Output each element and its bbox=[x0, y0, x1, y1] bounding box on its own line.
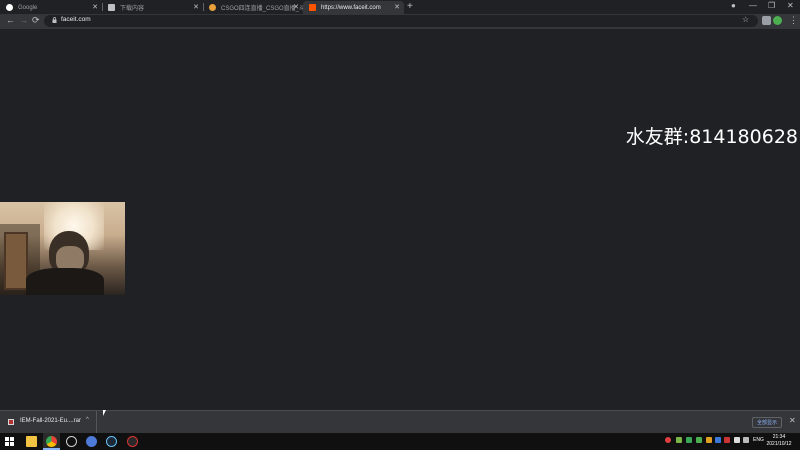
tab-title: Google bbox=[18, 4, 38, 11]
chevron-up-icon[interactable]: ^ bbox=[86, 417, 89, 423]
mouse-cursor-icon bbox=[103, 410, 106, 416]
tray-app-icon[interactable] bbox=[696, 437, 702, 443]
tab-strip: Google ✕ 下载内容 ✕ CSGO四连直播_CSGO直播_斗鱼 ✕ htt… bbox=[0, 0, 800, 14]
tab-faceit[interactable]: https://www.faceit.com ✕ bbox=[303, 1, 404, 14]
close-tab-icon[interactable]: ✕ bbox=[193, 3, 199, 11]
browser-toolbar: ← → ⟳ faceit.com ☆ ⋮ bbox=[0, 14, 800, 29]
forward-button[interactable]: → bbox=[19, 15, 28, 25]
tab-douyu[interactable]: CSGO四连直播_CSGO直播_斗鱼 ✕ bbox=[203, 1, 303, 14]
rar-file-icon bbox=[8, 419, 14, 425]
steam-icon[interactable] bbox=[106, 436, 117, 447]
windows-taskbar: ENG 21:34 2021/10/12 bbox=[0, 433, 800, 450]
back-button[interactable]: ← bbox=[6, 15, 15, 25]
address-bar[interactable]: faceit.com ☆ bbox=[44, 15, 758, 27]
page-content: 水友群:814180628 bbox=[0, 29, 800, 410]
network-icon[interactable] bbox=[743, 437, 749, 443]
tab-title: 下载内容 bbox=[120, 6, 145, 12]
app-globe-icon[interactable] bbox=[86, 436, 97, 447]
tab-title: https://www.faceit.com bbox=[321, 4, 381, 11]
tab-google[interactable]: Google ✕ bbox=[0, 1, 102, 14]
bookmark-star-icon[interactable]: ☆ bbox=[742, 15, 749, 24]
url-text: faceit.com bbox=[61, 16, 91, 23]
restore-button[interactable]: ❐ bbox=[768, 1, 775, 10]
webcam-overlay bbox=[0, 202, 125, 295]
close-window-button[interactable]: ✕ bbox=[787, 1, 794, 10]
lock-icon bbox=[52, 17, 57, 23]
download-file-name: IEM-Fall-2021-Eu....rar bbox=[20, 418, 82, 424]
tray-app-icon[interactable] bbox=[676, 437, 682, 443]
clock-app-icon[interactable] bbox=[66, 436, 77, 447]
system-clock[interactable]: 21:34 2021/10/12 bbox=[765, 434, 793, 448]
close-tab-icon[interactable]: ✕ bbox=[293, 3, 299, 11]
obs-icon[interactable] bbox=[127, 436, 138, 447]
downloads-bar: IEM-Fall-2021-Eu....rar ^ 全部显示 ✕ bbox=[0, 410, 800, 433]
clock-date: 2021/10/12 bbox=[766, 441, 792, 447]
download-item[interactable]: IEM-Fall-2021-Eu....rar ^ bbox=[0, 411, 97, 433]
tray-app-icon[interactable] bbox=[686, 437, 692, 443]
tray-app-icon[interactable] bbox=[665, 437, 671, 443]
download-icon bbox=[108, 4, 115, 11]
close-tab-icon[interactable]: ✕ bbox=[92, 3, 98, 11]
group-number-overlay: 水友群:814180628 bbox=[625, 126, 798, 148]
profile-avatar-icon[interactable] bbox=[773, 16, 782, 25]
new-tab-button[interactable]: + bbox=[407, 1, 413, 12]
minimize-button[interactable]: — bbox=[749, 1, 757, 10]
tray-app-icon[interactable] bbox=[706, 437, 712, 443]
tray-app-icon[interactable] bbox=[715, 437, 721, 443]
input-language-indicator[interactable]: ENG bbox=[753, 437, 764, 443]
tab-title: CSGO四连直播_CSGO直播_斗鱼 bbox=[221, 6, 303, 12]
chrome-icon[interactable] bbox=[46, 436, 57, 447]
windows-start-icon[interactable] bbox=[5, 437, 14, 446]
google-favicon-icon bbox=[6, 4, 13, 11]
close-downloads-bar-button[interactable]: ✕ bbox=[789, 416, 796, 425]
profile-icon[interactable]: ● bbox=[731, 1, 736, 10]
tab-downloads[interactable]: 下载内容 ✕ bbox=[102, 1, 203, 14]
show-all-button[interactable]: 全部显示 bbox=[752, 417, 782, 428]
clock-time: 21:34 bbox=[772, 434, 786, 440]
reload-button[interactable]: ⟳ bbox=[32, 15, 40, 26]
extensions-icon[interactable] bbox=[762, 16, 771, 25]
tray-app-icon[interactable] bbox=[734, 437, 740, 443]
faceit-favicon-icon bbox=[309, 4, 316, 11]
douyu-favicon-icon bbox=[209, 4, 216, 11]
door bbox=[4, 232, 28, 290]
close-tab-icon[interactable]: ✕ bbox=[394, 3, 400, 11]
person-body bbox=[26, 268, 104, 295]
chrome-menu-icon[interactable]: ⋮ bbox=[789, 15, 798, 26]
tray-app-icon[interactable] bbox=[724, 437, 730, 443]
file-explorer-icon[interactable] bbox=[26, 436, 37, 447]
